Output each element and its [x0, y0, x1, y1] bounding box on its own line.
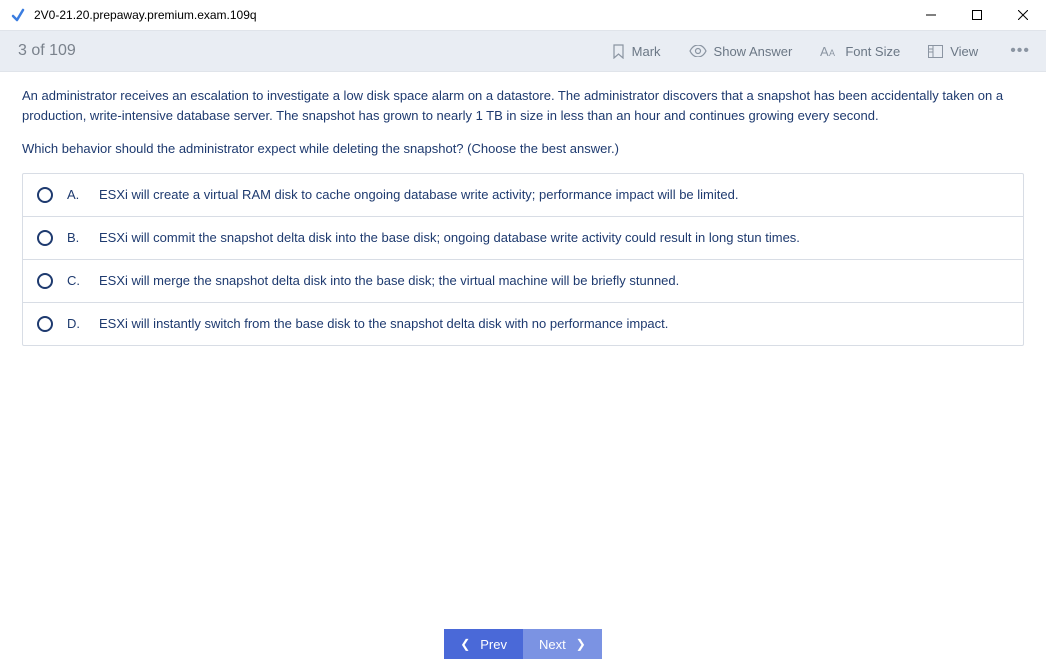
answer-option-d[interactable]: D. ESXi will instantly switch from the b…: [23, 303, 1023, 345]
answer-letter: C.: [67, 273, 85, 288]
chevron-right-icon: ❯: [576, 637, 586, 651]
font-size-button[interactable]: AA Font Size: [820, 44, 900, 59]
answer-text: ESXi will create a virtual RAM disk to c…: [99, 187, 1009, 202]
font-size-label: Font Size: [845, 44, 900, 59]
mark-button[interactable]: Mark: [612, 44, 661, 59]
mark-label: Mark: [632, 44, 661, 59]
eye-icon: [689, 45, 707, 57]
prev-label: Prev: [480, 637, 507, 652]
radio-icon: [37, 230, 53, 246]
minimize-button[interactable]: [908, 0, 954, 30]
view-button[interactable]: View: [928, 44, 978, 59]
answer-option-c[interactable]: C. ESXi will merge the snapshot delta di…: [23, 260, 1023, 303]
svg-text:A: A: [820, 44, 829, 58]
question-paragraph-2: Which behavior should the administrator …: [22, 139, 1024, 159]
answer-letter: D.: [67, 316, 85, 331]
titlebar-left: 2V0-21.20.prepaway.premium.exam.109q: [10, 7, 257, 23]
svg-text:A: A: [829, 48, 835, 58]
font-size-icon: AA: [820, 44, 838, 58]
window-titlebar: 2V0-21.20.prepaway.premium.exam.109q: [0, 0, 1046, 30]
chevron-left-icon: ❮: [460, 637, 470, 651]
toolbar-actions: Mark Show Answer AA Font Size View •••: [612, 42, 1030, 60]
next-label: Next: [539, 637, 566, 652]
answer-text: ESXi will instantly switch from the base…: [99, 316, 1009, 331]
next-button[interactable]: Next ❯: [523, 629, 602, 659]
answer-option-a[interactable]: A. ESXi will create a virtual RAM disk t…: [23, 174, 1023, 217]
answer-letter: A.: [67, 187, 85, 202]
radio-icon: [37, 273, 53, 289]
toolbar: 3 of 109 Mark Show Answer AA Font Size V…: [0, 30, 1046, 72]
radio-icon: [37, 316, 53, 332]
show-answer-button[interactable]: Show Answer: [689, 44, 793, 59]
question-paragraph-1: An administrator receives an escalation …: [22, 86, 1024, 125]
maximize-button[interactable]: [954, 0, 1000, 30]
radio-icon: [37, 187, 53, 203]
content-area: An administrator receives an escalation …: [0, 72, 1046, 360]
app-icon: [10, 7, 26, 23]
show-answer-label: Show Answer: [714, 44, 793, 59]
question-counter: 3 of 109: [18, 42, 76, 60]
prev-button[interactable]: ❮ Prev: [444, 629, 523, 659]
question-text: An administrator receives an escalation …: [22, 86, 1024, 159]
window-controls: [908, 0, 1046, 30]
answer-text: ESXi will commit the snapshot delta disk…: [99, 230, 1009, 245]
view-icon: [928, 45, 943, 58]
bookmark-icon: [612, 44, 625, 59]
answer-option-b[interactable]: B. ESXi will commit the snapshot delta d…: [23, 217, 1023, 260]
answer-letter: B.: [67, 230, 85, 245]
window-title: 2V0-21.20.prepaway.premium.exam.109q: [34, 8, 257, 22]
bottom-nav: ❮ Prev Next ❯: [0, 629, 1046, 659]
answers-list: A. ESXi will create a virtual RAM disk t…: [22, 173, 1024, 346]
more-button[interactable]: •••: [1006, 42, 1030, 60]
answer-text: ESXi will merge the snapshot delta disk …: [99, 273, 1009, 288]
view-label: View: [950, 44, 978, 59]
close-button[interactable]: [1000, 0, 1046, 30]
